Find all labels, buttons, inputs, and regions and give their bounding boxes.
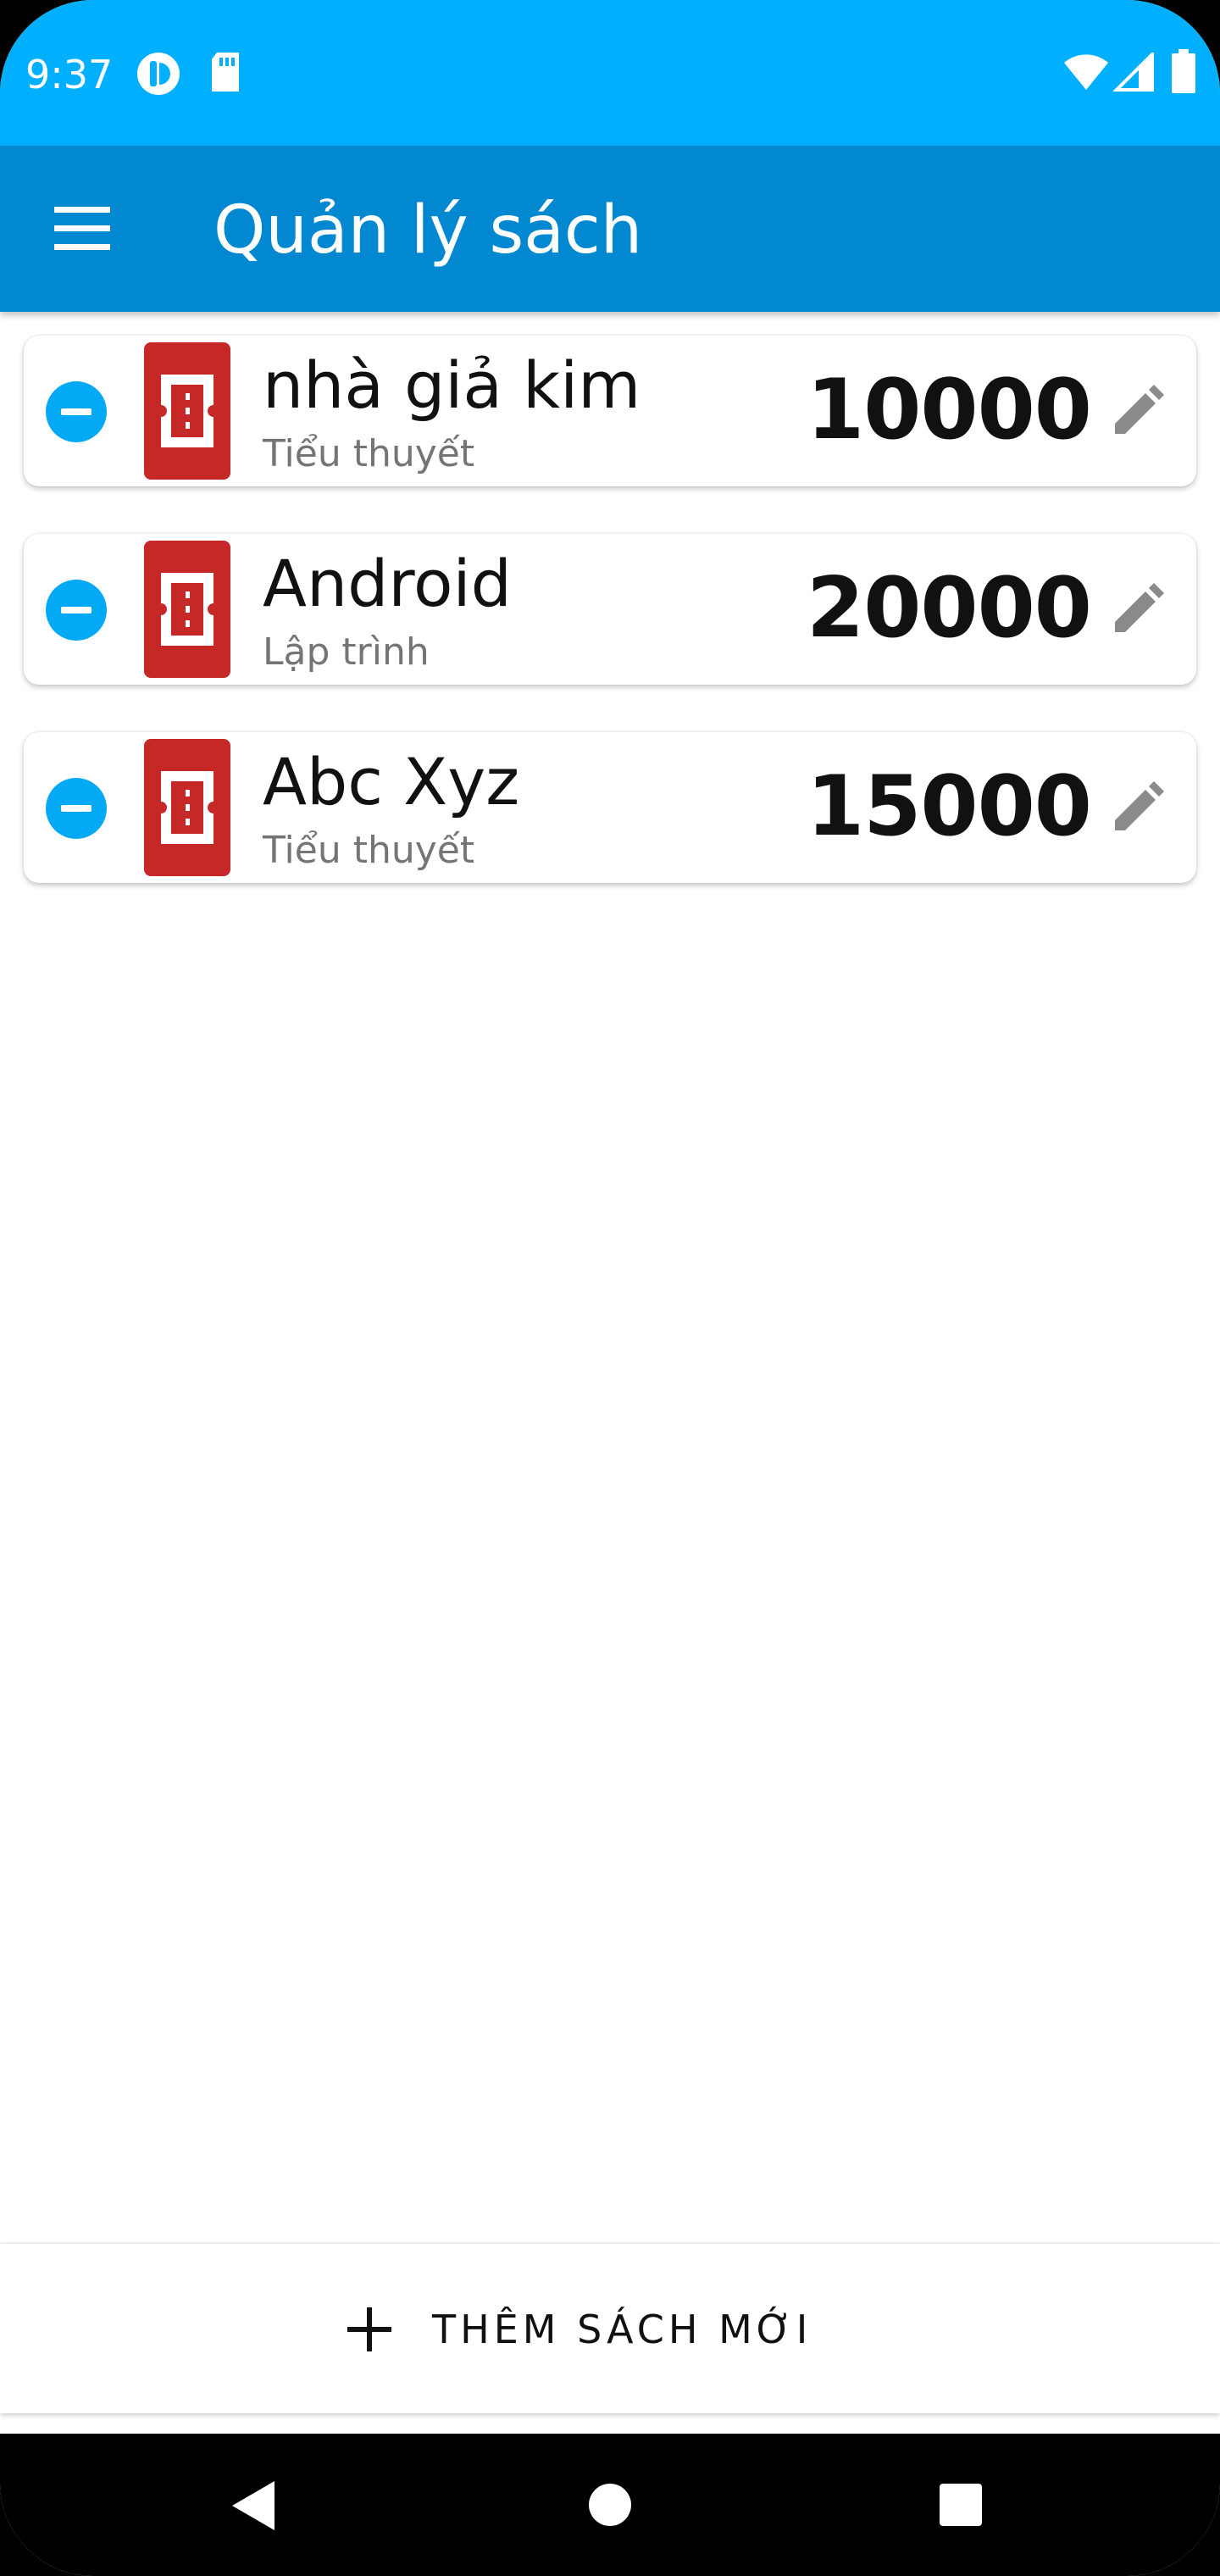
add-book-bar: THÊM SÁCH MỚI xyxy=(0,2244,1220,2413)
hamburger-menu-icon[interactable] xyxy=(53,202,114,256)
pencil-edit-icon[interactable] xyxy=(1112,385,1164,437)
book-category: Tiểu thuyết xyxy=(263,432,475,475)
pencil-edit-icon[interactable] xyxy=(1112,583,1164,636)
book-price: 10000 xyxy=(807,362,1092,458)
book-card[interactable]: Android Lập trình 20000 xyxy=(24,534,1196,685)
book-name: Abc Xyz xyxy=(263,744,520,819)
page-title: Quản lý sách xyxy=(214,192,643,269)
plus-icon xyxy=(346,2306,393,2353)
pencil-edit-icon[interactable] xyxy=(1112,781,1164,834)
book-price: 20000 xyxy=(807,560,1092,657)
recents-square-icon[interactable] xyxy=(939,2483,983,2530)
status-bar: 9:37 xyxy=(0,0,1220,146)
battery-icon xyxy=(1171,49,1196,97)
home-circle-icon[interactable] xyxy=(588,2483,632,2530)
navigation-bar xyxy=(0,2434,1220,2576)
book-name: Android xyxy=(263,546,512,621)
status-time: 9:37 xyxy=(25,52,114,97)
book-category: Lập trình xyxy=(263,630,430,674)
book-icon xyxy=(144,739,230,876)
remove-circle-icon[interactable] xyxy=(46,778,107,839)
remove-circle-icon[interactable] xyxy=(46,381,107,442)
book-card[interactable]: Abc Xyz Tiểu thuyết 15000 xyxy=(24,732,1196,883)
back-triangle-icon[interactable] xyxy=(229,2479,276,2535)
remove-circle-icon[interactable] xyxy=(46,580,107,641)
wifi-icon xyxy=(1062,53,1110,93)
cell-signal-icon xyxy=(1112,50,1154,95)
book-list: nhà giả kim Tiểu thuyết 10000 Android Lậ… xyxy=(24,336,1196,930)
add-book-label: THÊM SÁCH MỚI xyxy=(432,2307,812,2352)
add-book-button[interactable]: THÊM SÁCH MỚI xyxy=(346,2291,812,2368)
book-name: nhà giả kim xyxy=(263,347,641,423)
book-card[interactable]: nhà giả kim Tiểu thuyết 10000 xyxy=(24,336,1196,486)
app-screen: 9:37 Quản lý sách nhà giả kim Tiểu thuyế… xyxy=(0,0,1220,2576)
pocket-casts-icon xyxy=(136,51,181,100)
app-bar: Quản lý sách xyxy=(0,146,1220,312)
book-category: Tiểu thuyết xyxy=(263,829,475,872)
book-price: 15000 xyxy=(807,758,1092,855)
sd-card-icon xyxy=(208,51,242,97)
book-icon xyxy=(144,342,230,480)
book-icon xyxy=(144,541,230,678)
